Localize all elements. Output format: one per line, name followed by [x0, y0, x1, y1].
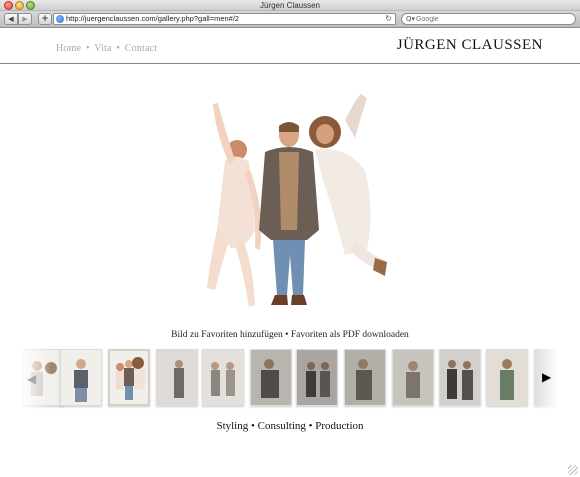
nav-home-link[interactable]: Home: [56, 43, 81, 54]
footer-separator: •: [308, 420, 313, 432]
add-bookmark-button[interactable]: +: [38, 13, 52, 25]
window-resize-grip-icon[interactable]: [568, 465, 578, 475]
gallery-thumbnail[interactable]: [156, 349, 198, 406]
browser-toolbar: ◀ ▶ + http://juergenclaussen.com/gallery…: [0, 11, 580, 28]
forward-button[interactable]: ▶: [18, 13, 32, 25]
gallery-main-photo[interactable]: [195, 90, 395, 325]
nav-vita-link[interactable]: Vita: [94, 43, 111, 54]
gallery-thumbnail[interactable]: [486, 349, 528, 406]
gallery-thumbnail-active[interactable]: [108, 349, 150, 406]
site-nav: Home • Vita • Contact: [56, 43, 157, 54]
gallery-thumbnail[interactable]: [296, 349, 338, 406]
footer-production-link[interactable]: Production: [315, 420, 363, 432]
nav-separator: •: [116, 43, 121, 54]
globe-icon: [56, 15, 64, 23]
gallery-thumbnail[interactable]: [344, 349, 386, 406]
site-logo[interactable]: JÜRGEN CLAUSSEN: [397, 37, 543, 54]
nav-separator: •: [85, 43, 90, 54]
model-woman-figure: [207, 103, 262, 307]
thumbnail-strip: [22, 347, 558, 409]
model-fur-coat-figure: [309, 94, 387, 276]
search-input[interactable]: [416, 14, 566, 24]
back-button[interactable]: ◀: [4, 13, 18, 25]
gallery-thumbnail[interactable]: [392, 349, 434, 406]
thumbnails-next-arrow-icon[interactable]: ▶: [542, 370, 551, 384]
favorites-links: Bild zu Favoriten hinzufügen • Favoriten…: [0, 330, 580, 340]
gallery-thumbnail[interactable]: [60, 349, 102, 406]
window-titlebar: Jürgen Claussen: [0, 0, 580, 11]
search-bar[interactable]: Q▾: [401, 13, 576, 25]
search-icon[interactable]: Q▾: [406, 15, 415, 24]
footer-separator: •: [251, 420, 255, 432]
footer-consulting-link[interactable]: Consulting: [258, 420, 306, 432]
reload-icon[interactable]: ↻: [385, 14, 392, 24]
link-separator: •: [285, 330, 289, 340]
footer-links: Styling • Consulting • Production: [0, 420, 580, 432]
window-title: Jürgen Claussen: [259, 1, 321, 10]
model-man-figure: [259, 122, 319, 305]
gallery-thumbnail[interactable]: [250, 349, 292, 406]
address-bar[interactable]: http://juergenclaussen.com/gallery.php?g…: [53, 13, 396, 25]
gallery-thumbnail[interactable]: [202, 349, 244, 406]
address-text[interactable]: http://juergenclaussen.com/gallery.php?g…: [66, 14, 239, 24]
footer-styling-link[interactable]: Styling: [216, 420, 248, 432]
thumbnails-prev-arrow-icon[interactable]: ◀: [27, 372, 36, 386]
nav-contact-link[interactable]: Contact: [125, 43, 158, 54]
gallery-thumbnail[interactable]: [439, 349, 481, 406]
download-pdf-link[interactable]: Favoriten als PDF downloaden: [291, 330, 409, 340]
header-divider: [0, 63, 580, 64]
add-to-favorites-link[interactable]: Bild zu Favoriten hinzufügen: [171, 330, 283, 340]
